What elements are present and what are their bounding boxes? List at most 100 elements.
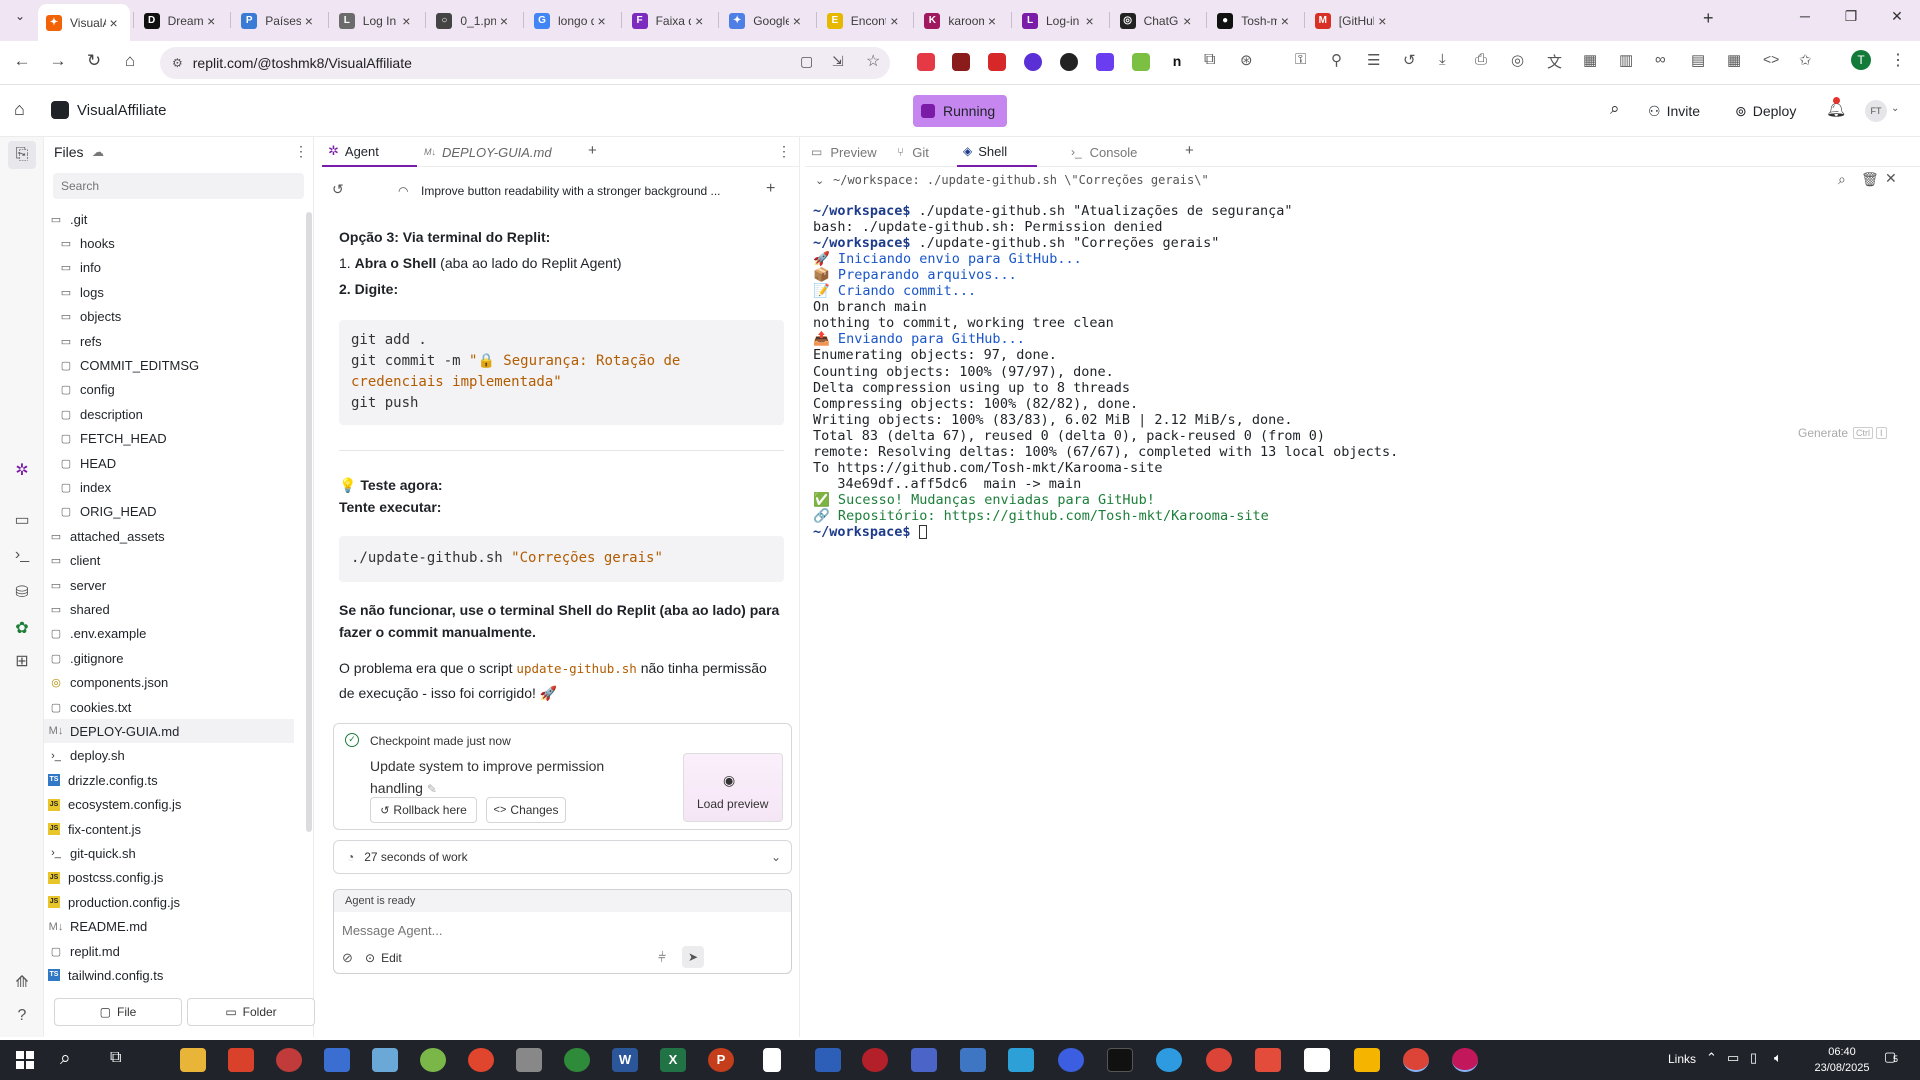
links-toolbar[interactable]: Links [1668,1052,1696,1066]
folder-item[interactable]: ▭ info [44,256,294,280]
browser-tab[interactable]: L Log In × [331,6,423,35]
forward-icon[interactable]: → [46,51,70,71]
close-tab-icon[interactable]: × [886,13,902,29]
restore-icon[interactable]: ❐ [1836,8,1866,25]
browser-tab[interactable]: P Países da× [233,6,325,35]
extensions-puzzle-icon[interactable]: ⧉ [1204,51,1215,69]
new-file-button[interactable]: ▢ File [54,998,182,1026]
file-item[interactable]: ›_ git-quick.sh [44,841,294,865]
browser-tab[interactable]: ◎ ChatGPT× [1112,6,1204,35]
file-item[interactable]: ▢ ORIG_HEAD [44,500,294,524]
browser-menu-icon[interactable]: ⋮ [1890,50,1906,70]
file-item[interactable]: ▢ .gitignore [44,646,294,670]
browser-tab[interactable]: E Encontre× [819,6,911,35]
screenshot-icon[interactable]: ◎ [1511,51,1524,69]
new-folder-button[interactable]: ▭ Folder [187,998,315,1026]
app-shield-icon[interactable] [862,1048,888,1072]
file-item[interactable]: M↓ DEPLOY-GUIA.md [44,719,294,744]
google-drive-icon[interactable] [1354,1048,1380,1072]
close-tab-icon[interactable]: × [398,13,414,29]
file-item[interactable]: ›_ deploy.sh [44,744,294,768]
app-tiles-icon[interactable] [911,1048,937,1072]
attach-icon[interactable]: ⊘ [342,950,353,966]
deployments-icon[interactable]: ⟰ [12,972,32,992]
search-icon[interactable]: ⌕ [1610,99,1620,119]
file-item[interactable]: ▢ .env.example [44,622,294,646]
notepad-icon[interactable] [763,1048,781,1072]
project-name[interactable]: VisualAffiliate [77,102,167,119]
folder-item[interactable]: ▭ .git [44,207,294,231]
close-tab-icon[interactable]: × [984,13,1000,29]
close-tab-icon[interactable]: × [789,13,805,29]
close-tab-icon[interactable]: × [1179,13,1195,29]
file-item[interactable]: ▢ description [44,402,294,426]
folder-item[interactable]: ▭ logs [44,280,294,304]
tab-preview[interactable]: ▭ Preview [811,137,895,167]
extension-k-icon[interactable] [1060,53,1078,71]
app-gray-icon[interactable] [516,1048,542,1072]
close-tab-icon[interactable]: × [301,13,317,29]
address-bar[interactable]: ⚙ replit.com/@toshmk8/VisualAffiliate [160,47,890,79]
file-item[interactable]: JS fix-content.js [44,817,294,841]
translate-icon[interactable]: 文 [1547,51,1562,72]
install-icon[interactable]: ⇲ [832,53,844,70]
app-red-icon[interactable] [228,1048,254,1072]
help-icon[interactable]: ? [12,1007,32,1027]
file-item[interactable]: ▢ COMMIT_EDITMSG [44,353,294,377]
app-grid-icon[interactable] [960,1048,986,1072]
changes-button[interactable]: <> Changes [486,797,566,823]
file-item[interactable]: ▢ cookies.txt [44,695,294,719]
app-leaf-icon[interactable] [564,1048,590,1072]
close-tab-icon[interactable]: × [496,13,512,29]
all-tools-icon[interactable]: ⊞ [12,651,32,671]
app-green-icon[interactable] [420,1048,446,1072]
reload-icon[interactable]: ↻ [82,51,106,71]
table-icon[interactable]: ▦ [1727,51,1741,69]
link-icon[interactable]: ∞ [1655,51,1666,68]
terminal-output[interactable]: ~/workspace$ ./update-github.sh "Atualiz… [805,203,1920,543]
tab-deploy-guia[interactable]: M↓ DEPLOY-GUIA.md [422,137,557,167]
chrome-profile-icon[interactable] [1452,1048,1478,1072]
folder-item[interactable]: ▭ server [44,573,294,597]
browser-tab[interactable]: Kkarooma× [916,6,1008,35]
browser-tab[interactable]: D Dreamin× [136,6,228,35]
calculator-icon[interactable] [324,1048,350,1072]
clock[interactable]: 06:40 23/08/2025 [1812,1044,1872,1076]
network-icon[interactable]: ▭ [1727,1050,1739,1066]
terminal-icon[interactable] [1107,1048,1133,1072]
search-icon[interactable]: ⌕ [1838,171,1846,188]
profile-avatar[interactable]: T [1851,50,1871,70]
close-tab-icon[interactable]: × [106,15,122,31]
extension-card-icon[interactable] [988,53,1006,71]
app-blue-icon[interactable] [372,1048,398,1072]
file-item[interactable]: ▢ index [44,475,294,499]
extension-film-icon[interactable] [952,53,970,71]
extension-n-icon[interactable]: n [1168,53,1186,71]
close-tab-icon[interactable]: × [1082,13,1098,29]
reading-list-icon[interactable]: ☰ [1367,51,1380,69]
browser-tab[interactable]: L Log-in t× [1014,6,1106,35]
work-summary[interactable]: ◔ 27 seconds of work ⌄ [333,840,792,874]
site-info-icon[interactable]: ⚙ [172,56,183,70]
tab-agent[interactable]: ✲ Agent [322,137,417,167]
preview-tool-icon[interactable]: ▭ [12,510,32,530]
edit-pencil-icon[interactable]: ✎ [427,782,437,796]
browser-tab[interactable]: ○ 0_1.png× [428,6,520,35]
back-icon[interactable]: ← [10,51,34,71]
file-item[interactable]: ▢ config [44,378,294,402]
new-tab-button[interactable]: + [1703,8,1714,29]
chrome-active-icon[interactable] [1403,1048,1429,1072]
app-orange-icon[interactable] [468,1048,494,1072]
close-tab-icon[interactable]: × [203,13,219,29]
secrets-tool-icon[interactable]: ✿ [12,618,32,638]
user-avatar[interactable]: FT [1865,100,1887,122]
file-item[interactable]: JS postcss.config.js [44,866,294,890]
app-git-icon[interactable] [1255,1048,1281,1072]
deploy-button[interactable]: ⊚ Deploy [1735,95,1796,127]
folder-item[interactable]: ▭ hooks [44,231,294,255]
file-item[interactable]: ▢ FETCH_HEAD [44,427,294,451]
minimize-icon[interactable]: ─ [1790,8,1820,24]
incognito-icon[interactable]: ⊛ [1240,51,1253,69]
edit-mode-button[interactable]: ⊙ Edit [365,951,402,965]
files-search-input[interactable] [53,173,304,199]
